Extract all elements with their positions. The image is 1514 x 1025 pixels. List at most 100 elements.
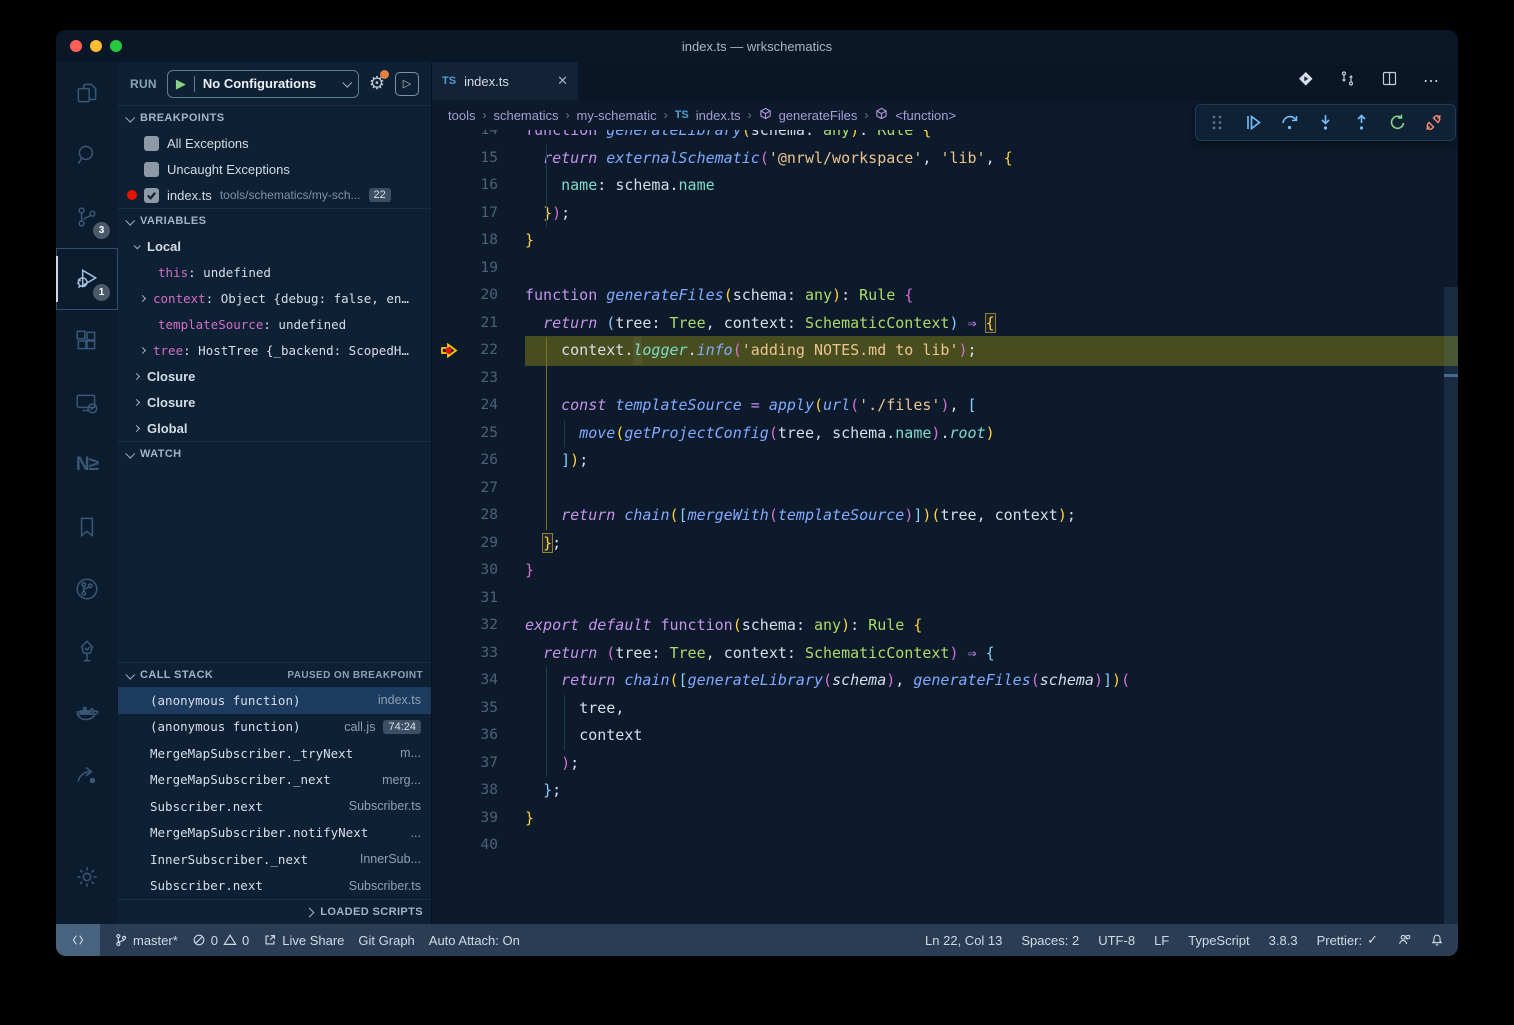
stack-frame[interactable]: Subscriber.next Subscriber.ts bbox=[118, 873, 431, 900]
bell-icon[interactable] bbox=[1430, 933, 1444, 947]
breadcrumb-file[interactable]: index.ts bbox=[696, 108, 741, 123]
stack-frame[interactable]: MergeMapSubscriber._tryNext m... bbox=[118, 740, 431, 767]
breadcrumb-symbol[interactable]: generateFiles bbox=[779, 108, 858, 123]
live-share-item[interactable]: Live Share bbox=[263, 933, 344, 948]
share-icon[interactable] bbox=[56, 744, 118, 806]
configure-gear-button[interactable]: ⚙ bbox=[369, 73, 385, 94]
ts-version-item[interactable]: 3.8.3 bbox=[1269, 933, 1298, 948]
split-editor-icon[interactable] bbox=[1381, 70, 1398, 92]
open-changes-icon[interactable] bbox=[1297, 70, 1314, 92]
source-control-icon[interactable]: 3 bbox=[56, 186, 118, 248]
stack-frame[interactable]: MergeMapSubscriber.notifyNext ... bbox=[118, 820, 431, 847]
toolbar-drag-handle[interactable] bbox=[1208, 113, 1227, 132]
search-icon[interactable] bbox=[56, 124, 118, 186]
variable-context[interactable]: context: Object {debug: false, en… bbox=[118, 285, 431, 311]
start-debug-icon[interactable]: ▶ bbox=[176, 76, 186, 92]
code-line[interactable]: 37 ); bbox=[432, 750, 1458, 778]
code-line[interactable]: 15 return externalSchematic('@nrwl/works… bbox=[432, 145, 1458, 173]
step-into-button[interactable] bbox=[1316, 113, 1335, 132]
code-line[interactable]: 32export default function(schema: any): … bbox=[432, 612, 1458, 640]
scope-local[interactable]: Local bbox=[118, 233, 431, 259]
problems-item[interactable]: 0 0 bbox=[192, 933, 249, 948]
code-line[interactable]: 36 context bbox=[432, 722, 1458, 750]
variable-templateSource[interactable]: templateSource: undefined bbox=[118, 311, 431, 337]
git-graph-item[interactable]: Git Graph bbox=[358, 933, 414, 948]
eol-item[interactable]: LF bbox=[1154, 933, 1169, 948]
close-window-button[interactable] bbox=[70, 40, 82, 52]
disconnect-button[interactable] bbox=[1424, 113, 1443, 132]
minimize-window-button[interactable] bbox=[90, 40, 102, 52]
code-line[interactable]: 39} bbox=[432, 805, 1458, 833]
docker-icon[interactable] bbox=[56, 682, 118, 744]
code-line[interactable]: 34 return chain([generateLibrary(schema)… bbox=[432, 667, 1458, 695]
checkbox-checked[interactable] bbox=[144, 188, 159, 203]
breakpoint-index-ts[interactable]: index.ts tools/schematics/my-sch... 22 bbox=[118, 182, 431, 208]
code-line[interactable]: 35 tree, bbox=[432, 695, 1458, 723]
breadcrumb-folder[interactable]: my-schematic bbox=[577, 108, 657, 123]
test-tree-icon[interactable] bbox=[56, 620, 118, 682]
scope-closure-2[interactable]: Closure bbox=[118, 389, 431, 415]
code-line[interactable]: 33 return (tree: Tree, context: Schemati… bbox=[432, 640, 1458, 668]
stack-frame[interactable]: (anonymous function) index.ts bbox=[118, 687, 431, 714]
remote-indicator[interactable] bbox=[56, 924, 100, 956]
loaded-scripts-header[interactable]: LOADED SCRIPTS bbox=[118, 899, 431, 924]
remote-explorer-icon[interactable] bbox=[56, 372, 118, 434]
variable-this[interactable]: this: undefined bbox=[118, 259, 431, 285]
scrollbar[interactable] bbox=[1444, 287, 1458, 924]
checkbox-unchecked[interactable] bbox=[144, 162, 159, 177]
step-out-button[interactable] bbox=[1352, 113, 1371, 132]
scope-global[interactable]: Global bbox=[118, 415, 431, 441]
stack-frame[interactable]: (anonymous function) call.js 74:24 bbox=[118, 714, 431, 741]
debug-console-button[interactable]: ▷ bbox=[395, 72, 419, 96]
step-over-button[interactable] bbox=[1280, 113, 1299, 132]
restart-button[interactable] bbox=[1388, 113, 1407, 132]
nx-console-icon[interactable]: N≥ bbox=[56, 434, 118, 496]
close-tab-icon[interactable]: ✕ bbox=[557, 73, 568, 89]
call-stack-header[interactable]: CALL STACK PAUSED ON BREAKPOINT bbox=[118, 662, 431, 687]
code-line[interactable]: 28 return chain([mergeWith(templateSourc… bbox=[432, 502, 1458, 530]
code-line[interactable]: 19 bbox=[432, 255, 1458, 283]
bookmarks-icon[interactable] bbox=[56, 496, 118, 558]
compare-changes-icon[interactable] bbox=[1339, 70, 1356, 92]
code-line[interactable]: 16 name: schema.name bbox=[432, 172, 1458, 200]
code-line[interactable]: 25 move(getProjectConfig(tree, schema.na… bbox=[432, 420, 1458, 448]
breadcrumb-symbol[interactable]: <function> bbox=[895, 108, 956, 123]
git-branch-item[interactable]: master* bbox=[114, 933, 178, 948]
stack-frame[interactable]: InnerSubscriber._next InnerSub... bbox=[118, 846, 431, 873]
variable-tree[interactable]: tree: HostTree {_backend: ScopedH… bbox=[118, 337, 431, 363]
run-debug-icon[interactable]: 1 bbox=[56, 248, 118, 310]
feedback-icon[interactable] bbox=[1397, 933, 1411, 947]
code-line[interactable]: 22 context.logger.info('adding NOTES.md … bbox=[432, 337, 1458, 365]
launch-config-dropdown[interactable]: ▶ No Configurations bbox=[167, 70, 359, 98]
code-line[interactable]: 30} bbox=[432, 557, 1458, 585]
code-line[interactable]: 21 return (tree: Tree, context: Schemati… bbox=[432, 310, 1458, 338]
stack-frame[interactable]: Subscriber.next Subscriber.ts bbox=[118, 793, 431, 820]
code-line[interactable]: 40 bbox=[432, 832, 1458, 860]
auto-attach-item[interactable]: Auto Attach: On bbox=[429, 933, 520, 948]
code-line[interactable]: 31 bbox=[432, 585, 1458, 613]
checkbox-unchecked[interactable] bbox=[144, 136, 159, 151]
watch-header[interactable]: WATCH bbox=[118, 441, 431, 466]
code-line[interactable]: 17 }); bbox=[432, 200, 1458, 228]
explorer-icon[interactable] bbox=[56, 62, 118, 124]
code-line[interactable]: 23 bbox=[432, 365, 1458, 393]
code-line[interactable]: 24 const templateSource = apply(url('./f… bbox=[432, 392, 1458, 420]
breakpoint-all-exceptions[interactable]: All Exceptions bbox=[118, 130, 431, 156]
continue-button[interactable] bbox=[1244, 113, 1263, 132]
extensions-icon[interactable] bbox=[56, 310, 118, 372]
breadcrumb-folder[interactable]: tools bbox=[448, 108, 475, 123]
indentation-item[interactable]: Spaces: 2 bbox=[1021, 933, 1079, 948]
tab-index-ts[interactable]: TS index.ts ✕ bbox=[432, 62, 578, 100]
code-line[interactable]: 18} bbox=[432, 227, 1458, 255]
manage-gear-icon[interactable] bbox=[56, 846, 118, 908]
stack-frame[interactable]: MergeMapSubscriber._next merg... bbox=[118, 767, 431, 794]
cursor-position-item[interactable]: Ln 22, Col 13 bbox=[925, 933, 1002, 948]
breadcrumb-folder[interactable]: schematics bbox=[493, 108, 558, 123]
code-line[interactable]: 26 ]); bbox=[432, 447, 1458, 475]
variables-header[interactable]: VARIABLES bbox=[118, 208, 431, 233]
prettier-item[interactable]: Prettier: ✓ bbox=[1317, 932, 1378, 948]
scope-closure-1[interactable]: Closure bbox=[118, 363, 431, 389]
more-actions-icon[interactable]: ⋯ bbox=[1423, 71, 1440, 91]
code-line[interactable]: 27 bbox=[432, 475, 1458, 503]
code-line[interactable]: 38 }; bbox=[432, 777, 1458, 805]
